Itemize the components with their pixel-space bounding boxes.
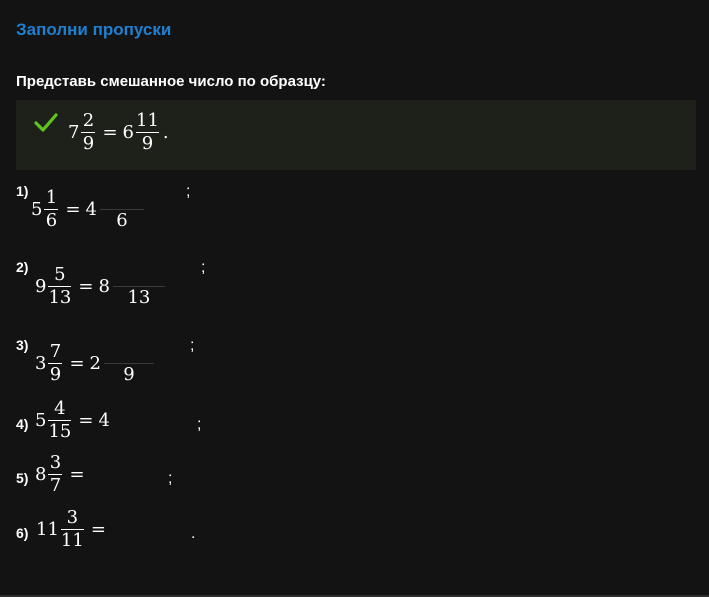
item-punct: ; (197, 416, 202, 433)
item-denominator: 6 (45, 210, 58, 231)
item-4-equation: 5 4 15 = 4 (35, 398, 190, 443)
result-denominator: 13 (127, 287, 151, 308)
equals-sign: = (102, 122, 118, 143)
mixed-number-answer-blank[interactable] (90, 463, 170, 487)
example-numerator: 2 (82, 110, 95, 131)
item-whole: 5 (31, 199, 43, 220)
item-3-equation: 3 7 9 = 2 9 (35, 341, 154, 386)
item-numerator: 4 (54, 398, 66, 419)
item-fraction: 1 6 (44, 187, 59, 232)
result-whole: 4 (98, 410, 110, 431)
equals-sign: = (69, 464, 85, 485)
item-punct: ; (190, 337, 195, 354)
item-denominator: 9 (49, 364, 62, 385)
numerator-answer-blank[interactable]: 6 (100, 187, 144, 232)
item-punct: ; (186, 183, 191, 200)
item-punct: . (191, 525, 196, 542)
equals-sign: = (65, 199, 81, 220)
item-punct: ; (168, 470, 173, 487)
item-fraction: 4 15 (48, 398, 72, 443)
result-whole: 2 (89, 353, 101, 374)
item-denominator: 11 (60, 530, 84, 551)
page-title: Заполни пропуски (16, 20, 172, 39)
item-punct: ; (201, 259, 206, 276)
example-whole: 7 (68, 122, 80, 143)
item-denominator: 13 (48, 287, 72, 308)
item-2-equation: 9 5 13 = 8 13 (35, 264, 165, 309)
item-1-equation: 5 1 6 = 4 6 (31, 187, 144, 232)
item-numerator: 1 (45, 187, 58, 208)
item-fraction: 7 9 (48, 341, 63, 386)
equals-sign: = (78, 410, 94, 431)
example-denominator: 9 (82, 133, 95, 154)
item-label: 2) (16, 259, 29, 275)
item-label: 1) (16, 183, 29, 199)
numerator-answer-blank[interactable]: 9 (104, 341, 154, 386)
item-numerator: 7 (49, 341, 62, 362)
item-label: 5) (16, 470, 29, 486)
item-fraction: 3 11 (60, 507, 84, 552)
item-whole: 3 (35, 353, 47, 374)
equals-sign: = (69, 353, 85, 374)
example-result-denominator: 9 (141, 133, 154, 154)
example-end: . (162, 122, 169, 143)
item-denominator: 15 (48, 421, 72, 442)
numerator-answer-blank[interactable]: 13 (112, 264, 165, 309)
item-whole: 5 (35, 410, 47, 431)
item-6-equation: 11 3 11 = (36, 507, 191, 552)
result-denominator: 9 (123, 364, 135, 385)
equals-sign: = (78, 276, 94, 297)
item-numerator: 3 (66, 507, 79, 528)
equals-sign: = (90, 519, 106, 540)
fraction-answer-blank[interactable] (110, 409, 190, 433)
item-numerator: 5 (54, 264, 66, 285)
item-fraction: 5 13 (48, 264, 72, 309)
item-whole: 8 (35, 464, 47, 485)
example-fraction: 2 9 (81, 110, 96, 155)
checkmark-icon (34, 113, 58, 132)
mixed-number-answer-blank[interactable] (111, 518, 191, 542)
item-whole: 11 (36, 519, 59, 540)
item-label: 6) (16, 525, 29, 541)
item-denominator: 7 (49, 475, 62, 496)
example-box: 7 2 9 = 6 11 9 . (16, 100, 696, 170)
item-5-equation: 8 3 7 = (35, 452, 170, 497)
example-result-numerator: 11 (136, 110, 159, 131)
item-whole: 9 (35, 276, 47, 297)
item-label: 4) (16, 416, 29, 432)
item-label: 3) (16, 337, 29, 353)
item-numerator: 3 (49, 452, 62, 473)
result-whole: 4 (85, 199, 97, 220)
item-fraction: 3 7 (48, 452, 63, 497)
example-equation: 7 2 9 = 6 11 9 . (68, 110, 169, 155)
result-denominator: 6 (116, 210, 128, 231)
task-prompt: Представь смешанное число по образцу: (16, 73, 326, 90)
example-result-fraction: 11 9 (136, 110, 159, 155)
example-result-whole: 6 (122, 122, 134, 143)
result-whole: 8 (98, 276, 110, 297)
